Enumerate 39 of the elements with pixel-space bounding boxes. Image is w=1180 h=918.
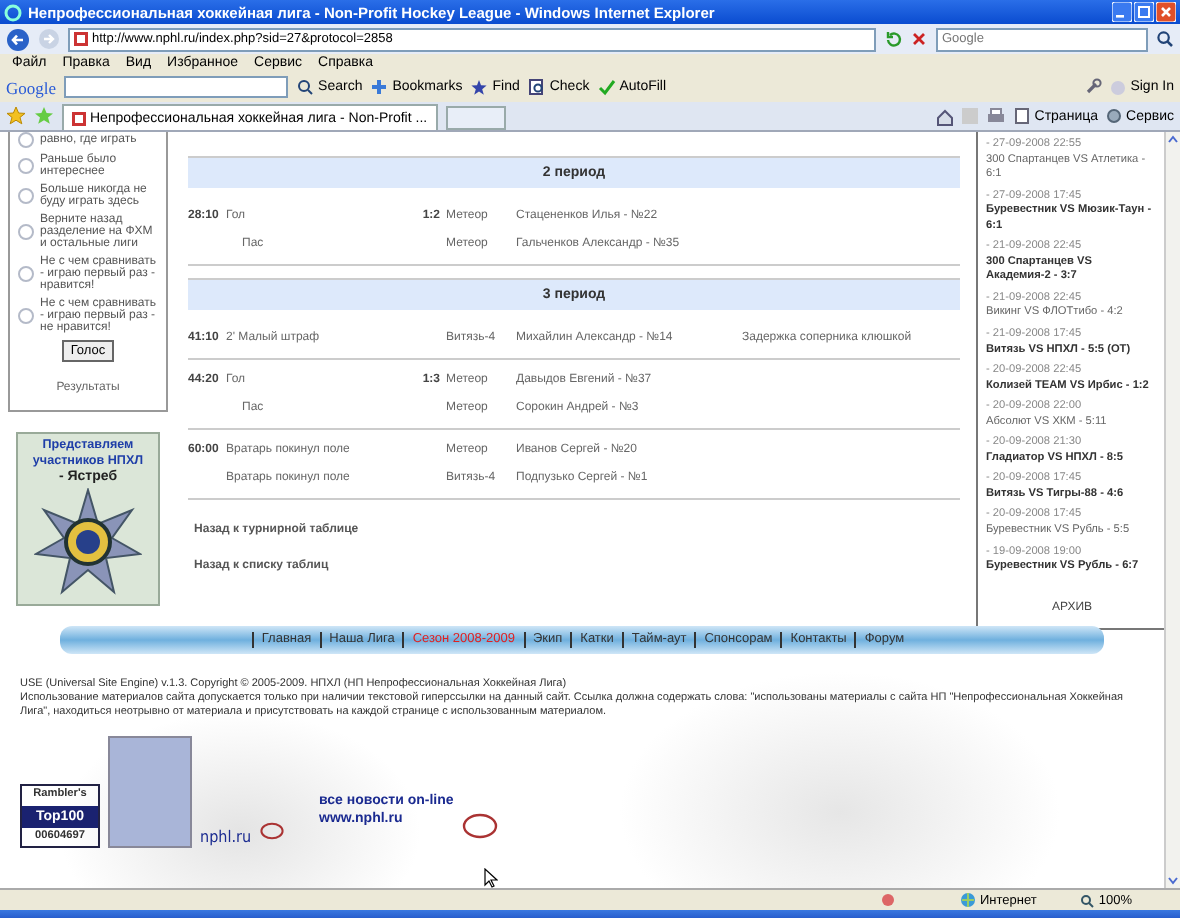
google-logo: Google [6, 77, 57, 97]
oval-icon [259, 822, 283, 840]
globe-icon [960, 892, 976, 908]
scrollbar[interactable] [1164, 132, 1180, 888]
add-favorite-icon[interactable] [34, 106, 54, 126]
minimize-button[interactable] [1112, 2, 1132, 22]
radio-button[interactable] [18, 224, 34, 240]
new-tab-button[interactable] [445, 106, 506, 130]
close-button[interactable] [1156, 2, 1176, 22]
star-emblem-drawing [34, 488, 142, 597]
site-link[interactable]: nphl.ru [200, 827, 251, 848]
stop-icon[interactable] [910, 30, 928, 48]
printer-icon[interactable] [986, 107, 1007, 125]
search-icon[interactable] [1156, 30, 1174, 48]
radio-button[interactable] [18, 308, 34, 324]
page-icon [1014, 108, 1031, 124]
star-icon[interactable] [6, 106, 26, 126]
page-icon [72, 111, 86, 125]
refresh-icon[interactable] [884, 30, 902, 48]
radio-button[interactable] [18, 158, 34, 174]
radio-button[interactable] [18, 266, 34, 282]
forward-button[interactable] [38, 28, 60, 50]
magnifier-icon [527, 78, 546, 96]
back-button[interactable] [6, 27, 30, 51]
page-icon [74, 32, 88, 46]
star-icon [470, 78, 489, 96]
oval-icon [461, 812, 498, 840]
plus-icon [370, 78, 389, 96]
stats-counter[interactable] [108, 736, 192, 848]
magnifier-icon [1080, 893, 1095, 907]
toolbar-search-field[interactable] [64, 76, 289, 98]
radio-button[interactable] [18, 132, 34, 148]
home-icon[interactable] [936, 107, 955, 125]
browser-logo-icon [4, 3, 22, 21]
search-icon [296, 78, 315, 96]
check-icon [597, 78, 616, 96]
wrench-icon[interactable] [1084, 78, 1103, 96]
maximize-button[interactable] [1134, 2, 1154, 22]
radio-button[interactable] [18, 188, 34, 204]
